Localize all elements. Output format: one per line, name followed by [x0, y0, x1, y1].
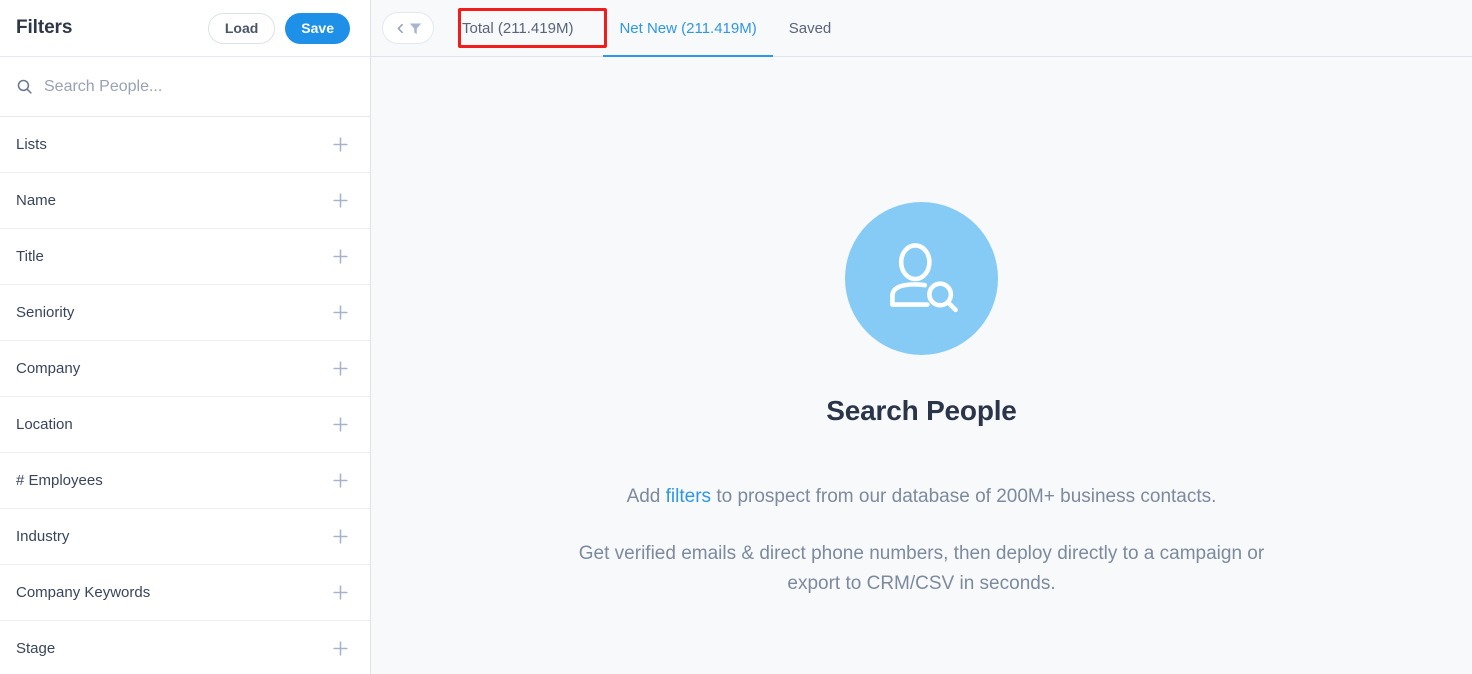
illustration-circle: [845, 202, 998, 355]
main-panel: Total (211.419M) Net New (211.419M) Save…: [371, 0, 1472, 674]
sidebar-item-label: Lists: [16, 136, 47, 153]
sidebar-header-actions: Load Save: [207, 12, 350, 44]
save-button[interactable]: Save: [285, 12, 350, 44]
tab-net-new[interactable]: Net New (211.419M): [603, 0, 774, 57]
collapse-filters-button[interactable]: [382, 12, 434, 44]
empty-state-line-2: Get verified emails & direct phone numbe…: [578, 543, 1265, 594]
tab-total[interactable]: Total (211.419M): [446, 0, 589, 57]
sidebar-item-label: Stage: [16, 640, 56, 657]
plus-icon[interactable]: [331, 135, 350, 154]
sidebar-item-employees[interactable]: # Employees: [0, 453, 370, 509]
sidebar-item-label: Company Keywords: [16, 584, 151, 601]
sidebar-item-label: Name: [16, 192, 57, 209]
empty-line1-prefix: Add: [626, 486, 666, 507]
sidebar-item-company-keywords[interactable]: Company Keywords: [0, 565, 370, 621]
sidebar-item-company[interactable]: Company: [0, 341, 370, 397]
search-input[interactable]: [44, 77, 354, 96]
sidebar-item-stage[interactable]: Stage: [0, 621, 370, 674]
sidebar-header: Filters Load Save: [0, 0, 370, 57]
plus-icon[interactable]: [331, 527, 350, 546]
tab-saved[interactable]: Saved: [773, 0, 848, 57]
sidebar-item-name[interactable]: Name: [0, 173, 370, 229]
empty-line1-suffix: to prospect from our database of 200M+ b…: [711, 486, 1217, 507]
sidebar-item-industry[interactable]: Industry: [0, 509, 370, 565]
plus-icon[interactable]: [331, 471, 350, 490]
plus-icon[interactable]: [331, 583, 350, 602]
search-icon: [17, 79, 32, 94]
sidebar-item-label: Title: [16, 248, 44, 265]
sidebar-item-lists[interactable]: Lists: [0, 117, 370, 173]
sidebar-item-label: Company: [16, 360, 81, 377]
plus-icon[interactable]: [331, 191, 350, 210]
plus-icon[interactable]: [331, 639, 350, 658]
filters-link[interactable]: filters: [666, 486, 711, 507]
sidebar-item-label: # Employees: [16, 472, 103, 489]
filters-sidebar: Filters Load Save Lists Name: [0, 0, 371, 674]
sidebar-item-seniority[interactable]: Seniority: [0, 285, 370, 341]
sidebar-item-label: Location: [16, 416, 73, 433]
app-root: Filters Load Save Lists Name: [0, 0, 1472, 674]
sidebar-item-label: Industry: [16, 528, 70, 545]
sidebar-item-label: Seniority: [16, 304, 75, 321]
plus-icon[interactable]: [331, 247, 350, 266]
empty-state: Search People Add filters to prospect fr…: [371, 57, 1472, 674]
plus-icon[interactable]: [331, 415, 350, 434]
search-people-row[interactable]: [0, 57, 370, 117]
chevron-left-icon: [397, 23, 403, 33]
person-search-icon: [889, 242, 958, 312]
load-button[interactable]: Load: [207, 12, 276, 44]
plus-icon[interactable]: [331, 303, 350, 322]
plus-icon[interactable]: [331, 359, 350, 378]
tab-group: Total (211.419M) Net New (211.419M) Save…: [446, 0, 847, 57]
page-title: Filters: [16, 17, 73, 38]
sidebar-item-title[interactable]: Title: [0, 229, 370, 285]
empty-state-line-1: Add filters to prospect from our databas…: [627, 482, 1217, 512]
sidebar-item-location[interactable]: Location: [0, 397, 370, 453]
funnel-icon: [409, 23, 421, 34]
tab-bar: Total (211.419M) Net New (211.419M) Save…: [371, 0, 1472, 57]
empty-state-title: Search People: [826, 395, 1017, 426]
filter-list: Lists Name Title Seniority Company Locat…: [0, 117, 370, 674]
